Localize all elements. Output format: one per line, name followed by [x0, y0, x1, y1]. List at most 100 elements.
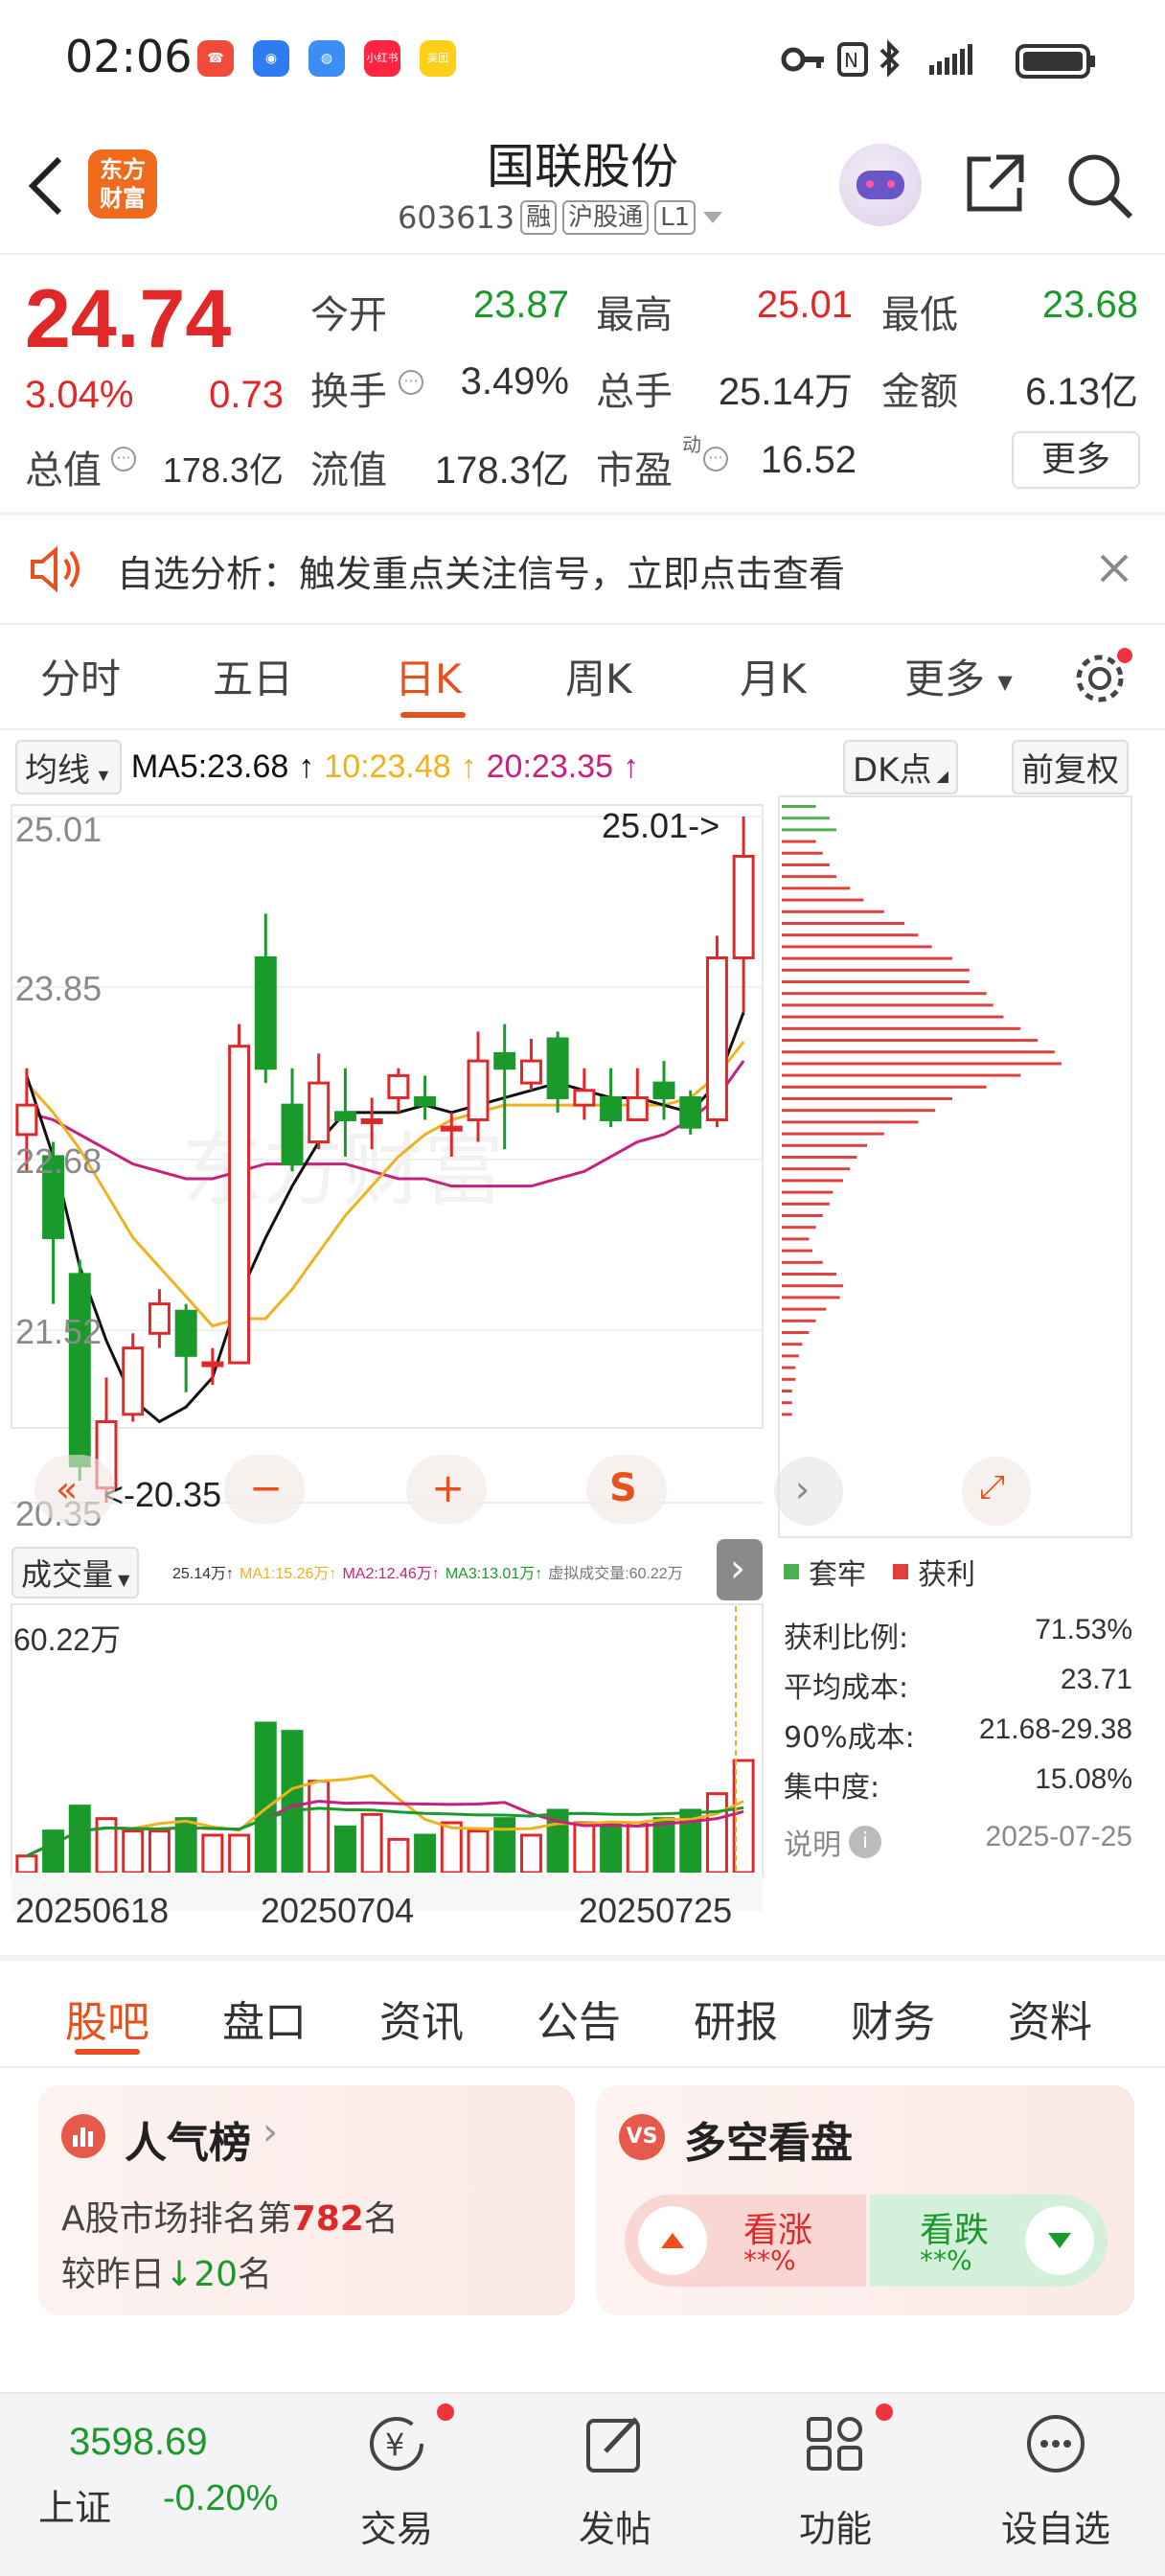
zoom-in-button[interactable]: +: [406, 1455, 487, 1524]
triangle-down-icon: [1048, 2233, 1071, 2248]
volume-bar: [387, 1837, 410, 1874]
tab-financials[interactable]: 财务: [851, 1988, 935, 2049]
chip-bar-profit: [782, 1073, 1021, 1077]
max-price-label: 25.01->: [602, 806, 720, 845]
info-dots-icon[interactable]: ···: [703, 447, 728, 472]
info-dots-icon[interactable]: ···: [399, 370, 423, 395]
key-icon: [781, 47, 824, 72]
tab-intraday[interactable]: 分时: [40, 647, 121, 705]
chip-bar-profit: [782, 922, 905, 925]
battery-icon: [1016, 44, 1095, 79]
candle-body: [467, 1059, 490, 1122]
chip-bar-profit: [782, 1343, 803, 1346]
settings-gear-icon[interactable]: [1071, 646, 1134, 709]
bs-signal-button[interactable]: S: [586, 1455, 667, 1524]
x-tick-label: 20250725: [579, 1891, 732, 1930]
nfc-icon: N: [837, 42, 868, 77]
trade-notification-dot: [437, 2404, 454, 2421]
amount-label: 金额: [881, 370, 958, 414]
assistant-robot-icon[interactable]: [839, 144, 922, 226]
low-value: 23.68: [1041, 284, 1138, 326]
tab-daily-k[interactable]: 日K: [395, 647, 462, 705]
bottom-trade[interactable]: 交易: [349, 2499, 445, 2552]
connect-tag: 沪股通: [562, 200, 650, 235]
bullish-icon-circle: [638, 2206, 707, 2275]
index-change[interactable]: -0.20%: [163, 2478, 278, 2519]
volume-bar: [15, 1854, 38, 1874]
volume-label: 总手: [596, 370, 673, 414]
tab-profile[interactable]: 资料: [1008, 1988, 1092, 2049]
float-label: 流值: [310, 448, 387, 493]
volume-chart[interactable]: 20250618 20250704 20250725: [0, 1602, 766, 1966]
turnover-value: 3.49%: [460, 360, 569, 402]
popularity-change: 较昨日↓20名: [61, 2255, 273, 2294]
candle: [626, 1068, 649, 1122]
bearish-button[interactable]: 看跌 **%: [870, 2195, 1108, 2287]
ma-select[interactable]: 均线 ▼: [15, 740, 122, 794]
trade-yen-icon: ¥: [370, 2417, 423, 2471]
chip-bar-profit: [782, 1097, 952, 1100]
chip-bar-hold: [782, 805, 816, 808]
tab-news[interactable]: 资讯: [379, 1988, 464, 2049]
scroll-left-button[interactable]: «: [34, 1455, 115, 1524]
bottom-add-watchlist[interactable]: 设自选: [989, 2499, 1123, 2552]
popularity-card[interactable]: 人气榜 › A股市场排名第782名 较昨日↓20名: [38, 2085, 575, 2315]
stock-code-row[interactable]: 603613 融 沪股通 L1: [398, 199, 724, 236]
dk-point-button[interactable]: DK点 ◢: [843, 740, 958, 794]
triangle-down-icon: ▼: [997, 670, 1013, 694]
candle-body: [122, 1346, 145, 1416]
concentration-value: 15.08%: [1035, 1763, 1132, 1795]
volume-select[interactable]: 成交量 ▼: [11, 1547, 140, 1598]
y-tick-label: 22.68: [15, 1141, 102, 1181]
tab-forum[interactable]: 股吧: [65, 1988, 149, 2049]
forward-adjust-button[interactable]: 前复权: [1012, 740, 1129, 794]
volume-next-button[interactable]: ›: [717, 1539, 763, 1600]
volume-bar: [705, 1792, 728, 1874]
tab-five-day[interactable]: 五日: [213, 647, 293, 705]
candle: [254, 913, 277, 1084]
tab-orderbook[interactable]: 盘口: [222, 1988, 307, 2049]
tab-research[interactable]: 研报: [694, 1988, 778, 2049]
ma-row: 均线 ▼ MA5:23.68 ↑ 10:23.48 ↑ 20:23.35 ↑: [15, 740, 639, 794]
chip-bar-profit: [782, 1120, 919, 1124]
arrow-up-icon: ↑: [460, 748, 477, 785]
ma5-value: MA5:23.68: [130, 748, 289, 785]
chip-bar-profit: [782, 1366, 796, 1369]
index-value[interactable]: 3598.69: [69, 2421, 208, 2464]
sentiment-card: VS 多空看盘 看涨 **% 看跌 **%: [596, 2085, 1134, 2315]
tab-announcements[interactable]: 公告: [537, 1988, 621, 2049]
chevron-right-icon: ›: [730, 1547, 745, 1591]
chip-bar-profit: [782, 1307, 827, 1311]
tab-monthly-k[interactable]: 月K: [740, 647, 807, 705]
active-tab-indicator: [400, 712, 466, 718]
bullish-button[interactable]: 看涨 **%: [625, 2195, 866, 2287]
alert-bar[interactable]: 自选分析：触发重点关注信号，立即点击查看: [0, 516, 1165, 621]
index-name[interactable]: 上证: [38, 2478, 111, 2531]
chips-note[interactable]: 说明 i: [784, 1821, 881, 1863]
close-icon[interactable]: [1098, 552, 1131, 585]
speaker-icon: [31, 545, 80, 593]
bottom-features[interactable]: 功能: [788, 2499, 883, 2552]
share-icon[interactable]: [962, 150, 1029, 217]
info-dots-icon[interactable]: ···: [111, 447, 136, 472]
chip-distribution-chart[interactable]: [778, 795, 1132, 1538]
features-notification-dot: [876, 2404, 893, 2421]
tab-more[interactable]: 更多 ▼: [904, 647, 1013, 705]
chip-bar-profit: [782, 933, 919, 937]
tab-weekly-k[interactable]: 周K: [565, 647, 632, 705]
meituan-app-icon: 美团: [420, 40, 456, 77]
kline-chart[interactable]: 东方财富 25.0123.8522.6821.5220.3525.01-><-2…: [0, 795, 766, 1543]
candle-body: [15, 1103, 38, 1137]
zoom-out-button[interactable]: −: [224, 1455, 305, 1524]
more-button[interactable]: 更多: [1012, 431, 1140, 489]
chip-bar-profit: [782, 1039, 1038, 1042]
xiaohongshu-app-icon: 小红书: [364, 40, 400, 77]
popularity-rank: A股市场排名第782名: [61, 2199, 399, 2239]
ma10-value: 10:23.48: [324, 748, 451, 785]
search-icon[interactable]: [1063, 150, 1136, 222]
popularity-title: 人气榜: [125, 2119, 251, 2168]
bottom-post[interactable]: 发帖: [567, 2499, 663, 2552]
float-value: 178.3亿: [434, 449, 569, 492]
chip-bar-profit: [782, 1109, 936, 1113]
volume-bar: [42, 1829, 65, 1874]
